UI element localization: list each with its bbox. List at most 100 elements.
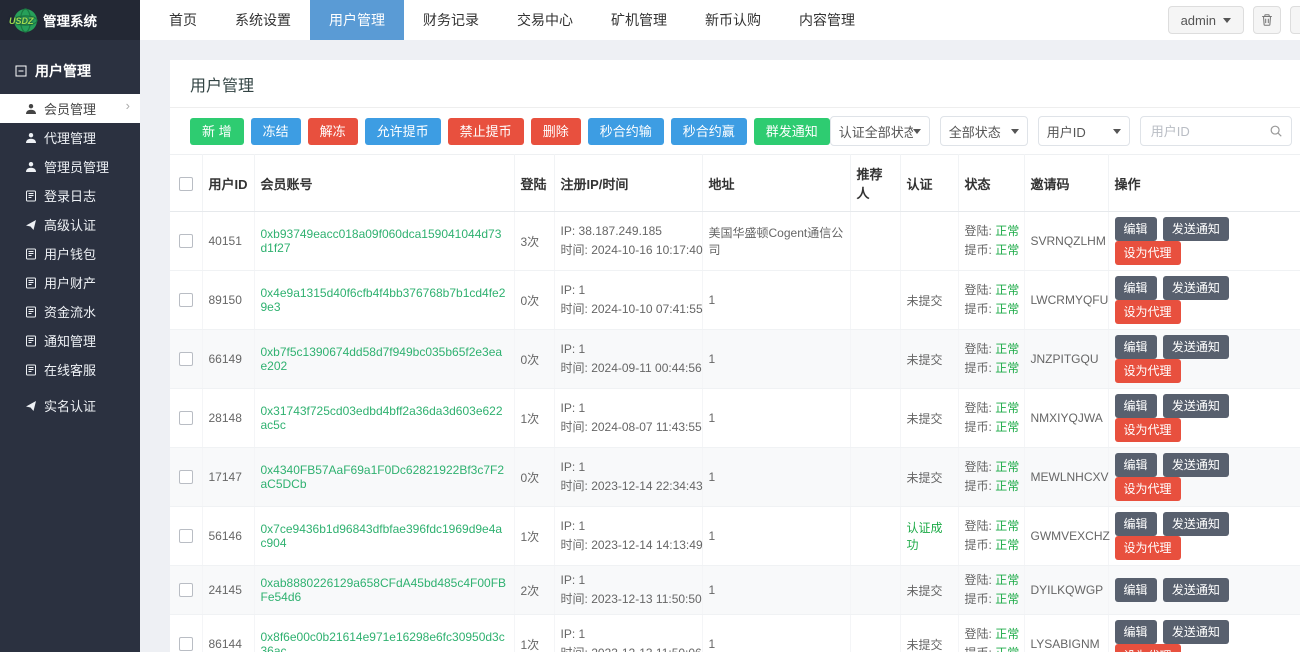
set-agent-button[interactable]: 设为代理 <box>1115 241 1181 265</box>
send-notice-button[interactable]: 发送通知 <box>1163 453 1229 477</box>
row-checkbox[interactable] <box>179 529 193 543</box>
toolbar-button[interactable]: 新 增 <box>190 118 244 145</box>
sidebar-item[interactable]: 登录日志› <box>0 181 140 210</box>
edit-button[interactable]: 编辑 <box>1115 394 1157 418</box>
send-notice-button[interactable]: 发送通知 <box>1163 217 1229 241</box>
account-link[interactable]: 0xab8880226129a658CFdA45bd485c4F00FBFe54… <box>261 576 507 604</box>
chevron-right-icon: › <box>126 98 130 113</box>
edit-button[interactable]: 编辑 <box>1115 217 1157 241</box>
invite-code-cell: JNZPITGQU <box>1024 330 1108 389</box>
row-checkbox[interactable] <box>179 352 193 366</box>
edit-button[interactable]: 编辑 <box>1115 620 1157 644</box>
doc-icon <box>25 364 37 376</box>
sidebar-item[interactable]: 代理管理› <box>0 123 140 152</box>
column-header: 注册IP/时间 <box>554 155 702 212</box>
account-link[interactable]: 0x4e9a1315d40f6cfb4f4bb376768b7b1cd4fe29… <box>261 286 506 314</box>
toolbar-button[interactable]: 解冻 <box>308 118 358 145</box>
table-header-row: 用户ID会员账号登陆注册IP/时间地址推荐人认证状态邀请码操作 <box>170 155 1300 212</box>
send-notice-button[interactable]: 发送通知 <box>1163 512 1229 536</box>
sidebar-item[interactable]: 通知管理› <box>0 326 140 355</box>
sidebar-item[interactable]: 在线客服› <box>0 355 140 384</box>
row-checkbox[interactable] <box>179 293 193 307</box>
sidebar-item[interactable]: 用户钱包› <box>0 239 140 268</box>
nav-item[interactable]: 系统设置 <box>216 0 310 40</box>
account-link[interactable]: 0xb93749eacc018a09f060dca159041044d73d1f… <box>261 227 502 255</box>
sidebar-item[interactable]: 实名认证› <box>0 391 140 420</box>
ip-time-cell: IP: 1 时间: 2023-12-14 22:34:43 <box>554 448 702 507</box>
sidebar-item[interactable]: 会员管理 › <box>0 94 140 123</box>
plane-icon <box>25 219 37 231</box>
row-checkbox[interactable] <box>179 470 193 484</box>
edit-button[interactable]: 编辑 <box>1115 276 1157 300</box>
row-checkbox[interactable] <box>179 234 193 248</box>
status-cell: 登陆: 正常 提币: 正常 <box>958 448 1024 507</box>
send-notice-button[interactable]: 发送通知 <box>1163 335 1229 359</box>
toolbar-button[interactable]: 秒合约输 <box>588 118 664 145</box>
sidebar-item[interactable]: 用户财产› <box>0 268 140 297</box>
account-link[interactable]: 0x4340FB57AaF69a1F0Dc62821922Bf3c7F2aC5D… <box>261 463 505 491</box>
toolbar-button[interactable]: 允许提币 <box>365 118 441 145</box>
topbar: USDZ 管理系统 首页系统设置用户管理财务记录交易中心矿机管理新币认购内容管理… <box>0 0 1300 40</box>
user-id-cell: 56146 <box>202 507 254 566</box>
column-header: 推荐人 <box>850 155 900 212</box>
sidebar-item[interactable]: 资金流水› <box>0 297 140 326</box>
sidebar-group-header[interactable]: 用户管理 <box>0 50 140 94</box>
row-checkbox[interactable] <box>179 583 193 597</box>
nav-item[interactable]: 矿机管理 <box>592 0 686 40</box>
toolbar-button[interactable]: 冻结 <box>251 118 301 145</box>
set-agent-button[interactable]: 设为代理 <box>1115 300 1181 324</box>
edit-button[interactable]: 编辑 <box>1115 578 1157 602</box>
referrer-cell <box>850 389 900 448</box>
toolbar-button[interactable]: 群发通知 <box>754 118 830 145</box>
invite-code-cell: NMXIYQJWA <box>1024 389 1108 448</box>
send-notice-button[interactable]: 发送通知 <box>1163 276 1229 300</box>
account-link[interactable]: 0x7ce9436b1d96843dfbfae396fdc1969d9e4ac9… <box>261 522 503 550</box>
account-link[interactable]: 0x31743f725cd03edbd4bff2a36da3d603e622ac… <box>261 404 503 432</box>
nav-item[interactable]: 首页 <box>150 0 216 40</box>
row-checkbox[interactable] <box>179 411 193 425</box>
address-cell: 1 <box>702 271 850 330</box>
set-agent-button[interactable]: 设为代理 <box>1115 418 1181 442</box>
sidebar-item[interactable]: 管理员管理› <box>0 152 140 181</box>
account-link[interactable]: 0xb7f5c1390674dd58d7f949bc035b65f2e3eae2… <box>261 345 503 373</box>
trash-button[interactable] <box>1253 6 1281 34</box>
select-all-checkbox[interactable] <box>179 177 193 191</box>
nav-item[interactable]: 内容管理 <box>780 0 874 40</box>
clipped-button[interactable] <box>1290 6 1300 34</box>
referrer-cell <box>850 615 900 652</box>
set-agent-button[interactable]: 设为代理 <box>1115 359 1181 383</box>
nav-item[interactable]: 财务记录 <box>404 0 498 40</box>
send-notice-button[interactable]: 发送通知 <box>1163 394 1229 418</box>
filter-select[interactable]: 用户ID <box>1038 116 1130 146</box>
chevron-down-icon <box>1223 18 1231 23</box>
user-id-cell: 17147 <box>202 448 254 507</box>
account-link[interactable]: 0x8f6e00c0b21614e971e16298e6fc30950d3c36… <box>261 630 505 652</box>
auth-cell <box>900 212 958 271</box>
toolbar-button[interactable]: 禁止提币 <box>448 118 524 145</box>
set-agent-button[interactable]: 设为代理 <box>1115 536 1181 560</box>
status-cell: 登陆: 正常 提币: 正常 <box>958 212 1024 271</box>
sidebar-item-label: 在线客服 <box>44 360 96 379</box>
filter-select[interactable]: 认证全部状态 <box>830 116 930 146</box>
search-icon[interactable] <box>1269 124 1283 138</box>
admin-dropdown[interactable]: admin <box>1168 6 1244 34</box>
plane-icon <box>25 400 37 412</box>
sidebar-item[interactable]: 高级认证› <box>0 210 140 239</box>
toolbar-button[interactable]: 秒合约赢 <box>671 118 747 145</box>
search-input[interactable] <box>1151 124 1269 139</box>
toolbar-button[interactable]: 删除 <box>531 118 581 145</box>
send-notice-button[interactable]: 发送通知 <box>1163 578 1229 602</box>
nav-item[interactable]: 新币认购 <box>686 0 780 40</box>
collapse-minus-icon <box>15 65 27 77</box>
row-checkbox[interactable] <box>179 637 193 651</box>
edit-button[interactable]: 编辑 <box>1115 512 1157 536</box>
nav-item[interactable]: 用户管理 <box>310 0 404 40</box>
send-notice-button[interactable]: 发送通知 <box>1163 620 1229 644</box>
sidebar-item-label: 会员管理 <box>44 99 96 118</box>
set-agent-button[interactable]: 设为代理 <box>1115 644 1181 652</box>
filter-select[interactable]: 全部状态 <box>940 116 1028 146</box>
edit-button[interactable]: 编辑 <box>1115 335 1157 359</box>
set-agent-button[interactable]: 设为代理 <box>1115 477 1181 501</box>
edit-button[interactable]: 编辑 <box>1115 453 1157 477</box>
nav-item[interactable]: 交易中心 <box>498 0 592 40</box>
